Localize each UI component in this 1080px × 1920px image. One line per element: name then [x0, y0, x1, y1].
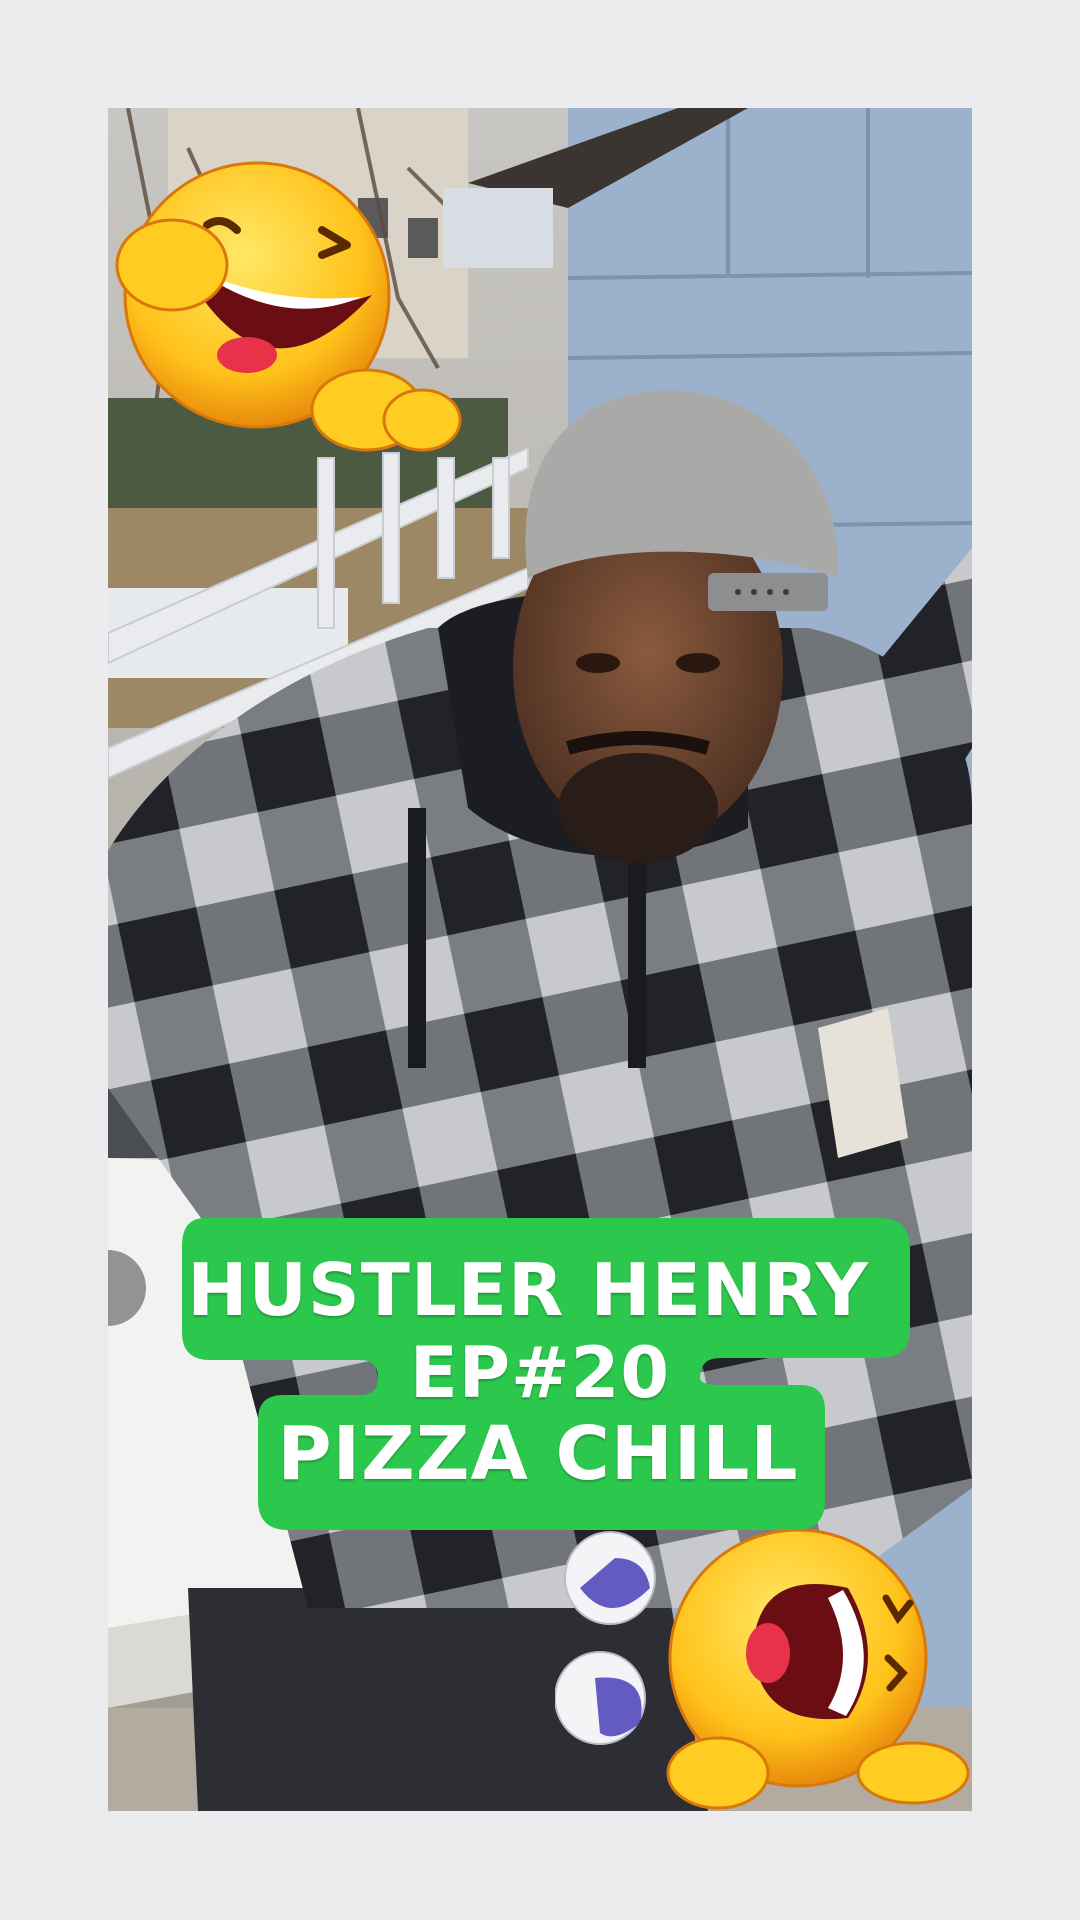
- tear-drop-icon: [555, 1531, 656, 1745]
- laughing-pointing-emoji-icon: [115, 161, 462, 452]
- laughing-crying-emoji-icon: [666, 1528, 970, 1810]
